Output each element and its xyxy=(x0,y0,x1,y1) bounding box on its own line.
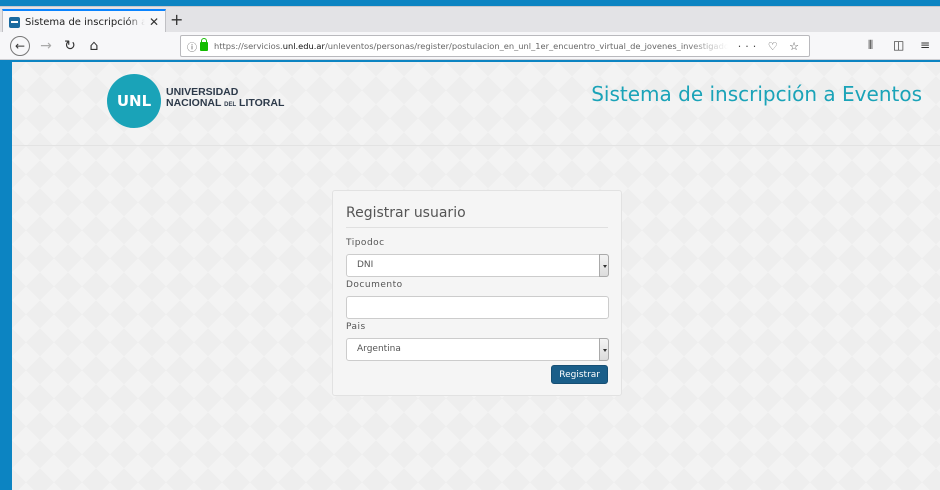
sidebar-icon[interactable]: ◫ xyxy=(893,38,904,52)
select-arrow-icon[interactable] xyxy=(599,254,609,277)
home-icon[interactable]: ⌂ xyxy=(86,36,102,56)
tipodoc-value: DNI xyxy=(357,260,374,270)
university-name: UNIVERSIDAD NACIONAL DEL LITORAL xyxy=(166,87,284,111)
new-tab-button[interactable]: + xyxy=(170,11,183,29)
site-title: Sistema de inscripción a Eventos xyxy=(591,82,922,106)
pais-label: Pais xyxy=(346,322,366,332)
tipodoc-label: Tipodoc xyxy=(346,238,385,248)
hamburger-menu-icon[interactable]: ≡ xyxy=(920,38,930,52)
registrar-button[interactable]: Registrar xyxy=(551,365,608,384)
documento-input[interactable] xyxy=(346,296,609,319)
browser-tab[interactable]: Sistema de inscripción a Eventos ✕ xyxy=(2,9,166,33)
url-text[interactable]: https://servicios.unl.edu.ar/unleventos/… xyxy=(214,41,728,51)
unl-logo[interactable]: UNL xyxy=(107,74,161,128)
documento-label: Documento xyxy=(346,280,403,290)
pais-select[interactable]: Argentina xyxy=(346,338,609,361)
address-bar[interactable]: ⓘ https://servicios.unl.edu.ar/unlevento… xyxy=(180,35,810,57)
site-info-icon[interactable]: ⓘ xyxy=(187,39,197,54)
tipodoc-select[interactable]: DNI xyxy=(346,254,609,277)
tab-bar: Sistema de inscripción a Eventos ✕ + xyxy=(0,6,940,33)
back-arrow-icon[interactable]: ← xyxy=(10,36,30,56)
lock-icon xyxy=(200,37,208,51)
browser-window: Sistema de inscripción a Eventos ✕ + ← →… xyxy=(0,0,940,490)
logo-line-2: NACIONAL DEL LITORAL xyxy=(166,97,285,109)
pais-value: Argentina xyxy=(357,344,401,354)
page-actions-icons[interactable]: ··· ♡ ☆ xyxy=(738,40,803,53)
site-header: UNL UNIVERSIDAD NACIONAL DEL LITORAL Sis… xyxy=(12,62,940,146)
close-tab-icon[interactable]: ✕ xyxy=(149,15,159,29)
tab-title: Sistema de inscripción a Eventos xyxy=(25,16,145,28)
select-arrow-icon[interactable] xyxy=(599,338,609,361)
page-content: UNL UNIVERSIDAD NACIONAL DEL LITORAL Sis… xyxy=(12,62,940,490)
forward-arrow-icon[interactable]: → xyxy=(38,36,54,56)
library-icon[interactable]: ⫴ xyxy=(868,38,873,53)
form-title: Registrar usuario xyxy=(346,205,608,228)
register-panel: Registrar usuario Tipodoc DNI Documento … xyxy=(332,190,622,396)
nav-bar: ← → ↻ ⌂ ⓘ https://servicios.unl.edu.ar/u… xyxy=(0,32,940,60)
reload-icon[interactable]: ↻ xyxy=(62,36,78,56)
site-favicon-icon xyxy=(9,16,20,28)
